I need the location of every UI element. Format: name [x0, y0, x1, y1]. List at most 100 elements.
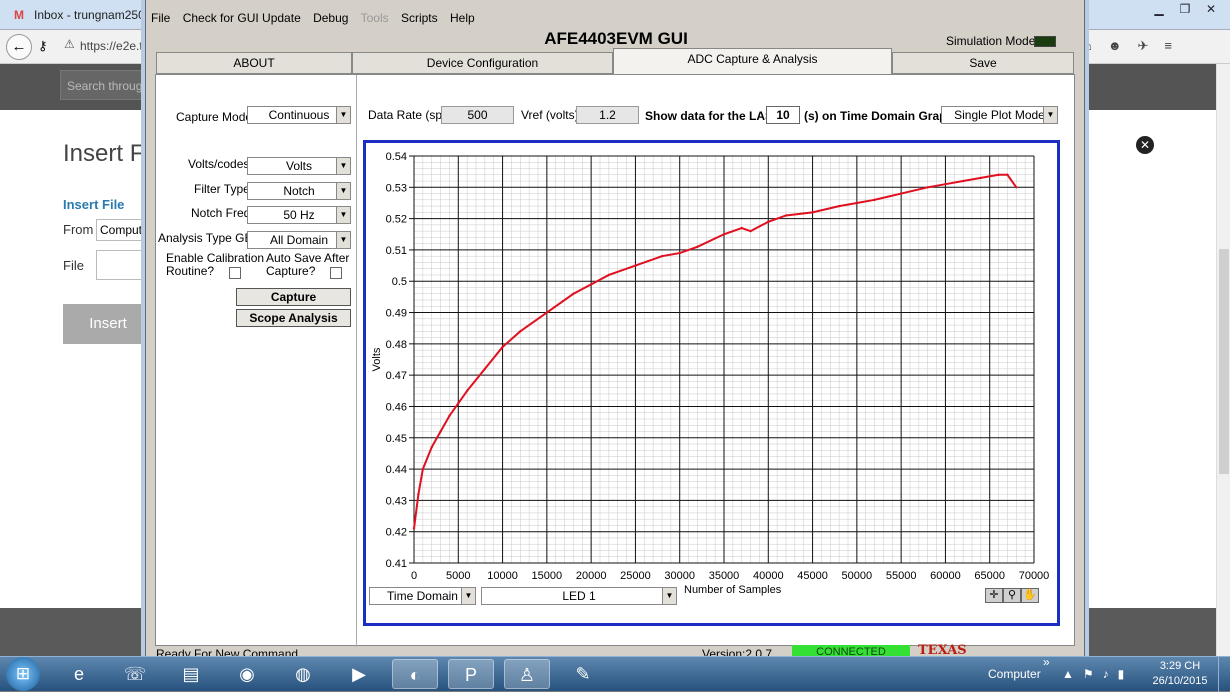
data-point — [722, 233, 726, 236]
led-select[interactable]: LED 1 ▼ — [481, 587, 677, 605]
analysis-type-label: Analysis Type GBL — [158, 231, 260, 245]
windows-taskbar: ⊞ e ☏ ▤ ◉ ◍ ▶ ◐ P ♙ ✎ Computer » ▲⚑♪▮ 3:… — [0, 655, 1230, 692]
data-point — [811, 211, 814, 214]
file-label: File — [63, 258, 84, 273]
data-rate-label: Data Rate (sps) — [368, 108, 453, 122]
volts-codes-select[interactable]: Volts ▼ — [247, 157, 351, 175]
tab-device-configuration[interactable]: Device Configuration — [352, 52, 613, 74]
y-tick-label: 0.53 — [386, 182, 407, 194]
data-point — [1006, 173, 1009, 176]
viber-icon[interactable]: ☏ — [112, 659, 158, 689]
plot-mode-value: Single Plot Mode — [954, 108, 1045, 122]
scrollbar-thumb[interactable] — [1219, 249, 1229, 474]
enable-calibration-checkbox[interactable] — [229, 267, 241, 279]
browser-tab-title: Inbox - trungnam2508 — [34, 8, 149, 22]
dropdown-arrow-icon[interactable]: ▼ — [336, 158, 350, 174]
start-button[interactable]: ⊞ — [6, 657, 40, 691]
afe-gui-taskbar-icon[interactable]: ♙ — [504, 659, 550, 689]
show-desktop-button[interactable] — [1218, 657, 1230, 692]
menu-check-update[interactable]: Check for GUI Update — [183, 11, 301, 25]
browser-window-controls: ▁ ❐ ✕ — [1146, 0, 1224, 20]
menu-debug[interactable]: Debug — [313, 11, 348, 25]
notch-freq-select[interactable]: 50 Hz ▼ — [247, 206, 351, 224]
x-tick-label: 65000 — [974, 570, 1005, 582]
show-seconds-input[interactable]: 10 — [766, 106, 800, 124]
data-point — [855, 201, 859, 205]
powerpoint-icon[interactable]: P — [448, 659, 494, 689]
dropdown-arrow-icon[interactable]: ▼ — [336, 107, 350, 123]
data-point — [784, 214, 788, 217]
system-tray[interactable]: ▲⚑♪▮ — [1062, 667, 1133, 681]
minimize-icon[interactable]: ▁ — [1146, 0, 1172, 18]
paint-icon[interactable]: ✎ — [560, 659, 606, 689]
x-tick-label: 50000 — [842, 570, 873, 582]
auto-save-checkbox[interactable] — [330, 267, 342, 279]
clock[interactable]: 3:29 CH 26/10/2015 — [1150, 659, 1210, 689]
file-input[interactable] — [96, 250, 152, 280]
domain-select[interactable]: Time Domain ▼ — [369, 587, 476, 605]
data-point — [740, 226, 743, 230]
ie-icon[interactable]: e — [56, 659, 102, 689]
dropdown-arrow-icon[interactable]: ▼ — [461, 588, 475, 604]
data-point — [412, 527, 416, 530]
browser-scrollbar[interactable] — [1216, 64, 1230, 656]
notch-freq-label: Notch Freq — [191, 206, 251, 220]
globe-icon[interactable]: ◍ — [280, 659, 326, 689]
data-point — [421, 467, 425, 471]
scope-analysis-button[interactable]: Scope Analysis — [236, 309, 351, 327]
explorer-icon[interactable]: ▤ — [168, 659, 214, 689]
insert-button[interactable]: Insert — [63, 304, 153, 344]
browser-toolbar-icons[interactable]: ⌂☻✈≡ — [1084, 38, 1188, 54]
capture-button[interactable]: Capture — [236, 288, 351, 306]
capture-mode-value: Continuous — [268, 108, 330, 122]
tab-save[interactable]: Save — [892, 52, 1074, 74]
capture-mode-select[interactable]: Continuous ▼ — [247, 106, 351, 124]
pan-hand-icon[interactable]: ✋ — [1021, 588, 1039, 603]
menu-help[interactable]: Help — [450, 11, 475, 25]
menu-scripts[interactable]: Scripts — [401, 11, 438, 25]
zoom-icon[interactable]: ⚲ — [1003, 588, 1021, 603]
firefox-icon[interactable]: ◐ — [392, 659, 438, 689]
dropdown-arrow-icon[interactable]: ▼ — [336, 232, 350, 248]
data-point — [545, 311, 549, 314]
dropdown-arrow-icon[interactable]: ▼ — [1043, 107, 1057, 123]
data-point — [696, 245, 699, 248]
app-icon[interactable]: ◉ — [224, 659, 270, 689]
data-point — [417, 492, 420, 496]
dropdown-arrow-icon[interactable]: ▼ — [662, 588, 676, 604]
url-field[interactable]: https://e2e.ti — [80, 39, 145, 53]
close-dialog-icon[interactable]: ✕ — [1136, 136, 1154, 154]
data-point — [572, 292, 575, 295]
plot-mode-select[interactable]: Single Plot Mode ▼ — [941, 106, 1058, 124]
x-tick-label: 0 — [411, 570, 417, 582]
warning-icon: ⚠ — [64, 37, 75, 51]
tab-adc-capture[interactable]: ADC Capture & Analysis — [613, 48, 892, 74]
filter-type-value: Notch — [283, 184, 315, 198]
browser-tab-inbox[interactable]: M Inbox - trungnam2508 — [14, 4, 149, 26]
close-icon[interactable]: ✕ — [1198, 0, 1224, 18]
filter-type-select[interactable]: Notch ▼ — [247, 182, 351, 200]
analysis-type-select[interactable]: All Domain ▼ — [247, 231, 351, 249]
data-point — [519, 330, 522, 333]
dropdown-arrow-icon[interactable]: ▼ — [336, 207, 350, 223]
show-data-suffix: (s) on Time Domain Graph — [804, 109, 954, 123]
back-button[interactable]: ← — [6, 34, 32, 60]
y-tick-label: 0.46 — [386, 401, 407, 413]
y-tick-label: 0.52 — [386, 214, 407, 226]
x-tick-label: 25000 — [620, 570, 651, 582]
maximize-icon[interactable]: ❐ — [1172, 0, 1198, 18]
media-player-icon[interactable]: ▶ — [336, 659, 382, 689]
toolbar-expand-icon[interactable]: » — [1043, 655, 1050, 669]
crosshair-icon[interactable]: ✛ — [985, 588, 1003, 603]
data-point — [767, 220, 770, 223]
x-tick-label: 30000 — [664, 570, 695, 582]
y-tick-label: 0.51 — [386, 245, 407, 257]
site-search-input[interactable]: Search through — [60, 70, 152, 100]
from-select[interactable]: Compute — [96, 219, 152, 241]
from-label: From — [63, 222, 94, 237]
y-tick-label: 0.47 — [386, 370, 407, 382]
dropdown-arrow-icon[interactable]: ▼ — [336, 183, 350, 199]
analysis-type-value: All Domain — [269, 233, 329, 247]
tab-about[interactable]: ABOUT — [156, 52, 352, 74]
menu-file[interactable]: File — [151, 11, 170, 25]
